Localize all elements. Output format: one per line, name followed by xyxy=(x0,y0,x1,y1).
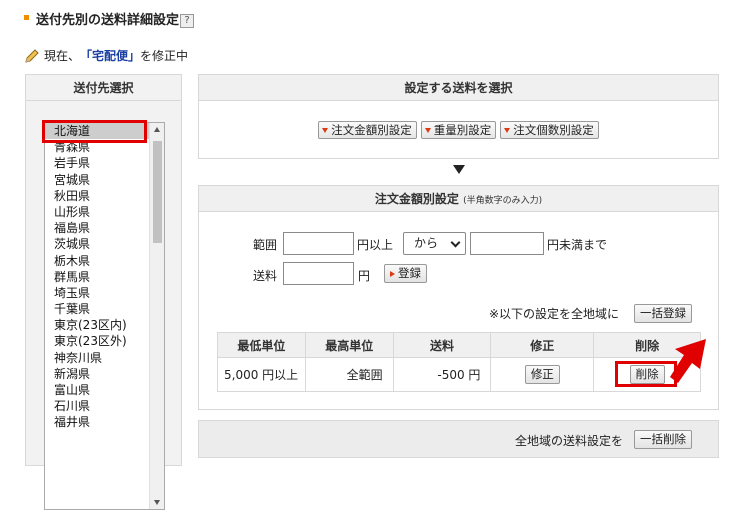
dropdown-marker-icon xyxy=(424,128,431,133)
pencil-icon xyxy=(25,48,39,63)
range-min-input[interactable] xyxy=(283,232,354,255)
register-button[interactable]: 登録 xyxy=(384,264,427,283)
cell-edit: 修正 xyxy=(490,357,595,392)
chevron-down-icon xyxy=(450,237,461,248)
yen-below-label: 円未満まで xyxy=(547,238,608,252)
bulk-register-button[interactable]: 一括登録 xyxy=(634,304,692,323)
fee-input[interactable] xyxy=(283,262,354,285)
bulk-delete-label: 全地域の送料設定を xyxy=(515,434,624,448)
order-amount-panel-title: 注文金額別設定 (半角数字のみ入力) xyxy=(199,186,718,212)
fee-label: 送料 xyxy=(253,269,278,283)
section-bullet xyxy=(24,15,29,20)
editing-prefix: 現在、 xyxy=(44,49,81,63)
editing-status: 現在、 「宅配便」 を修正中 xyxy=(24,47,188,64)
help-icon[interactable]: ? xyxy=(180,13,195,28)
section-title-text: 送付先別の送料詳細設定 xyxy=(36,13,180,28)
list-item[interactable]: 山形県 xyxy=(45,204,164,220)
list-item[interactable]: 岩手県 xyxy=(45,155,164,171)
section-title: 送付先別の送料詳細設定? xyxy=(36,9,195,28)
cell-fee: -500 円 xyxy=(392,357,492,392)
down-arrow-icon xyxy=(453,165,465,174)
fee-type-panel-title: 設定する送料を選択 xyxy=(199,75,718,101)
col-edit: 修正 xyxy=(490,332,595,358)
fee-type-panel: 設定する送料を選択 注文金額別設定 重量別設定 注文個数別設定 xyxy=(198,74,719,159)
bulk-delete-button[interactable]: 一括削除 xyxy=(634,430,692,449)
order-amount-button[interactable]: 注文金額別設定 xyxy=(318,121,417,139)
input-note: (半角数字のみ入力) xyxy=(463,196,543,206)
scroll-thumb[interactable] xyxy=(153,141,162,243)
listbox-scrollbar[interactable] xyxy=(149,123,164,509)
list-item[interactable]: 福井県 xyxy=(45,414,164,430)
list-item[interactable]: 神奈川県 xyxy=(45,350,164,366)
dropdown-marker-icon xyxy=(504,128,511,133)
list-item[interactable]: 埼玉県 xyxy=(45,285,164,301)
quantity-button[interactable]: 注文個数別設定 xyxy=(500,121,599,139)
list-item[interactable]: 茨城県 xyxy=(45,236,164,252)
list-item[interactable]: 福島県 xyxy=(45,220,164,236)
col-fee: 送料 xyxy=(392,332,492,358)
list-item[interactable]: 宮城県 xyxy=(45,172,164,188)
range-from-select[interactable]: から xyxy=(403,232,466,255)
order-amount-title: 注文金額別設定 xyxy=(374,192,459,206)
dropdown-marker-icon xyxy=(322,128,329,133)
col-max: 最高単位 xyxy=(304,332,394,358)
table-header-row: 最低単位 最高単位 送料 修正 削除 xyxy=(217,332,701,358)
cell-max: 全範囲 xyxy=(304,357,394,392)
list-item[interactable]: 秋田県 xyxy=(45,188,164,204)
list-item[interactable]: 富山県 xyxy=(45,382,164,398)
scroll-up-icon[interactable] xyxy=(154,127,160,132)
list-item[interactable]: 新潟県 xyxy=(45,366,164,382)
list-item[interactable]: 東京(23区内) xyxy=(45,317,164,333)
play-marker-icon xyxy=(390,270,395,277)
list-item[interactable]: 栃木県 xyxy=(45,253,164,269)
scroll-down-icon[interactable] xyxy=(154,500,160,505)
yen-above-label: 円以上 xyxy=(357,238,394,252)
selected-prefecture-highlight xyxy=(42,120,147,143)
editing-suffix: を修正中 xyxy=(140,49,189,63)
shipping-method-name: 「宅配便」 xyxy=(80,49,141,63)
weight-button[interactable]: 重量別設定 xyxy=(420,121,497,139)
edit-button[interactable]: 修正 xyxy=(524,365,560,384)
destination-panel-title: 送付先選択 xyxy=(26,75,181,101)
red-arrow-icon xyxy=(670,339,706,383)
range-from-value: から xyxy=(414,236,439,250)
range-max-input[interactable] xyxy=(470,232,544,255)
range-label: 範囲 xyxy=(253,238,278,252)
yen-label: 円 xyxy=(358,269,371,283)
list-item[interactable]: 群馬県 xyxy=(45,269,164,285)
list-item[interactable]: 石川県 xyxy=(45,398,164,414)
cell-min: 5,000 円以上 xyxy=(217,357,306,392)
fee-type-buttons: 注文金額別設定 重量別設定 注文個数別設定 xyxy=(199,121,718,139)
prefecture-listbox[interactable]: 北海道 青森県 岩手県 宮城県 秋田県 山形県 福島県 茨城県 栃木県 群馬県 埼玉県 千葉県 東京(2… xyxy=(44,122,165,510)
col-min: 最低単位 xyxy=(217,332,306,358)
bulk-note: ※以下の設定を全地域に xyxy=(489,307,620,321)
list-item[interactable]: 東京(23区外) xyxy=(45,333,164,349)
list-item[interactable]: 千葉県 xyxy=(45,301,164,317)
